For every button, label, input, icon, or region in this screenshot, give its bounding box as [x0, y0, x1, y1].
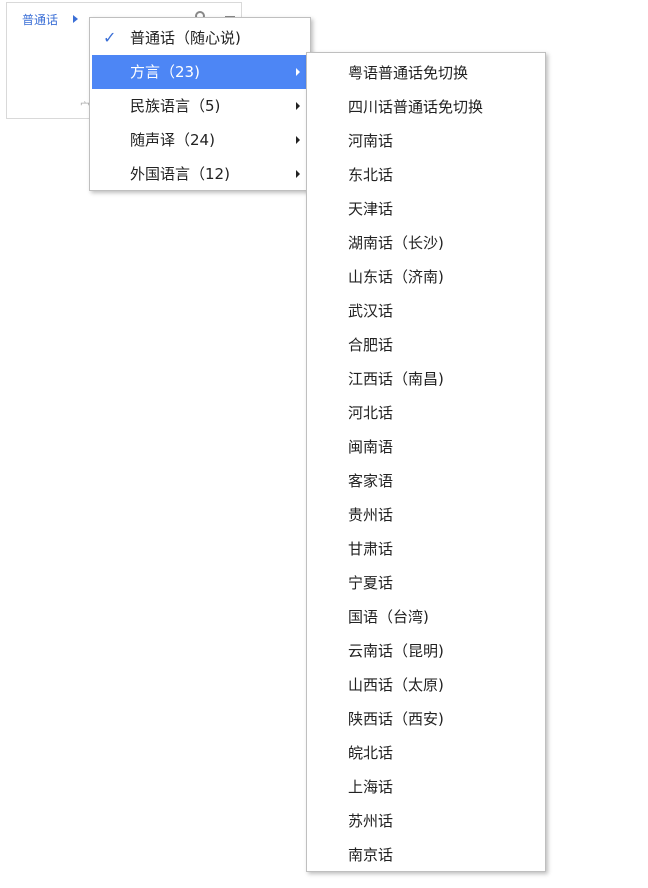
menu-item-label: 民族语言（5): [130, 97, 221, 115]
submenu-item[interactable]: 四川话普通话免切换: [308, 90, 544, 124]
checkmark-icon: ✓: [103, 28, 117, 47]
submenu-item-label: 贵州话: [348, 506, 394, 524]
submenu-arrow-icon: [296, 68, 300, 76]
submenu-item[interactable]: 客家语: [308, 464, 544, 498]
submenu-arrow-icon: [296, 102, 300, 110]
submenu-item[interactable]: 天津话: [308, 192, 544, 226]
submenu-item-label: 皖北话: [348, 744, 394, 762]
submenu-item[interactable]: 江西话（南昌): [308, 362, 544, 396]
submenu-item[interactable]: 云南话（昆明): [308, 634, 544, 668]
dialects-submenu: 粤语普通话免切换 四川话普通话免切换 河南话 东北话 天津话 湖南话（长沙) 山…: [306, 52, 546, 872]
submenu-item-label: 武汉话: [348, 302, 394, 320]
submenu-item-label: 东北话: [348, 166, 394, 184]
submenu-item-label: 上海话: [348, 778, 394, 796]
menu-item-dialects[interactable]: 方言（23): [92, 55, 308, 89]
submenu-item[interactable]: 甘肃话: [308, 532, 544, 566]
submenu-item-label: 国语（台湾): [348, 608, 429, 626]
menu-item-label: 普通话（随心说): [130, 29, 241, 47]
submenu-item[interactable]: 南京话: [308, 838, 544, 872]
menu-item-label: 随声译（24): [130, 131, 215, 149]
menu-item-ethnic-languages[interactable]: 民族语言（5): [92, 89, 308, 123]
menu-item-foreign-languages[interactable]: 外国语言（12): [92, 157, 308, 191]
submenu-item-label: 陕西话（西安): [348, 710, 444, 728]
submenu-item-label: 湖南话（长沙): [348, 234, 444, 252]
submenu-item-label: 甘肃话: [348, 540, 394, 558]
submenu-item-label: 云南话（昆明): [348, 642, 444, 660]
submenu-item[interactable]: 宁夏话: [308, 566, 544, 600]
submenu-item-label: 四川话普通话免切换: [348, 98, 484, 116]
submenu-item[interactable]: 河北话: [308, 396, 544, 430]
submenu-item[interactable]: 合肥话: [308, 328, 544, 362]
submenu-item[interactable]: 闽南语: [308, 430, 544, 464]
submenu-item[interactable]: 武汉话: [308, 294, 544, 328]
submenu-item[interactable]: 河南话: [308, 124, 544, 158]
submenu-item-label: 天津话: [348, 200, 394, 218]
submenu-item[interactable]: 上海话: [308, 770, 544, 804]
submenu-item-label: 宁夏话: [348, 574, 394, 592]
caret-right-icon[interactable]: [73, 15, 78, 23]
submenu-item[interactable]: 陕西话（西安): [308, 702, 544, 736]
submenu-item[interactable]: 苏州话: [308, 804, 544, 838]
submenu-item-label: 河北话: [348, 404, 394, 422]
submenu-item[interactable]: 贵州话: [308, 498, 544, 532]
submenu-item-label: 河南话: [348, 132, 394, 150]
submenu-arrow-icon: [296, 136, 300, 144]
menu-item-translate[interactable]: 随声译（24): [92, 123, 308, 157]
menu-item-label: 方言（23): [130, 63, 200, 81]
menu-item-label: 外国语言（12): [130, 165, 230, 183]
submenu-item-label: 合肥话: [348, 336, 394, 354]
submenu-item[interactable]: 皖北话: [308, 736, 544, 770]
submenu-item[interactable]: 山东话（济南): [308, 260, 544, 294]
submenu-item-label: 苏州话: [348, 812, 394, 830]
submenu-item-label: 江西话（南昌): [348, 370, 444, 388]
submenu-item[interactable]: 湖南话（长沙): [308, 226, 544, 260]
menu-item-mandarin[interactable]: ✓ 普通话（随心说): [92, 21, 308, 55]
submenu-item-label: 客家语: [348, 472, 394, 490]
submenu-item-label: 山东话（济南): [348, 268, 444, 286]
language-menu: ✓ 普通话（随心说) 方言（23) 民族语言（5) 随声译（24) 外国语言（1…: [89, 17, 311, 191]
submenu-item[interactable]: 粤语普通话免切换: [308, 56, 544, 90]
submenu-item[interactable]: 国语（台湾): [308, 600, 544, 634]
submenu-arrow-icon: [296, 170, 300, 178]
submenu-item-label: 闽南语: [348, 438, 394, 456]
current-language-label[interactable]: 普通话: [22, 11, 58, 28]
submenu-item[interactable]: 东北话: [308, 158, 544, 192]
submenu-item-label: 山西话（太原): [348, 676, 444, 694]
submenu-item[interactable]: 山西话（太原): [308, 668, 544, 702]
submenu-item-label: 南京话: [348, 846, 394, 864]
submenu-item-label: 粤语普通话免切换: [348, 64, 469, 82]
